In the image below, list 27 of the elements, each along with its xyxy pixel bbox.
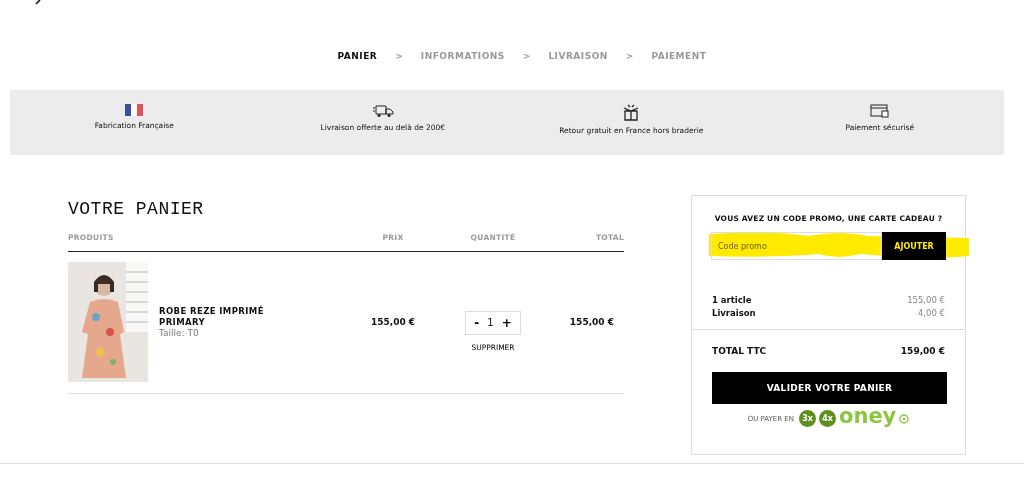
total-value: 159,00 €	[900, 345, 945, 356]
summary-label: Livraison	[712, 307, 756, 318]
product-size: Taille: T0	[159, 328, 200, 339]
summary-label: 1 article	[712, 294, 752, 305]
gift-box-icon	[622, 104, 641, 121]
quantity-value: 1	[487, 317, 494, 328]
summary-value: 4,00 €	[917, 307, 945, 318]
step-separator: >	[522, 51, 531, 61]
flag-icon	[125, 104, 144, 116]
checkout-button[interactable]: VALIDER VOTRE PANIER	[712, 372, 947, 404]
step-separator: >	[625, 51, 634, 61]
page-title: VOTRE PANIER	[68, 199, 205, 221]
line-total: 155,00 €	[568, 317, 615, 327]
total-label: TOTAL TTC	[712, 345, 767, 356]
truck-icon	[371, 104, 394, 118]
product-price: 155,00 €	[369, 317, 417, 327]
decrease-button[interactable]: -	[472, 315, 482, 330]
product-name[interactable]: ROBE REZE IMPRIMÉ PRIMARY	[159, 305, 269, 329]
step-separator: >	[395, 51, 403, 61]
promo-code-field[interactable]: Code promo	[711, 232, 882, 260]
increase-button[interactable]: +	[499, 315, 514, 330]
installment-badge: 3x	[799, 410, 816, 427]
credit-card-icon	[869, 104, 890, 118]
summary-value: 155,00 €	[907, 294, 945, 305]
installment-badge: 4x	[819, 410, 836, 427]
add-button[interactable]: AJOUTER	[882, 232, 946, 260]
checkout-step[interactable]: PANIER	[337, 51, 378, 61]
